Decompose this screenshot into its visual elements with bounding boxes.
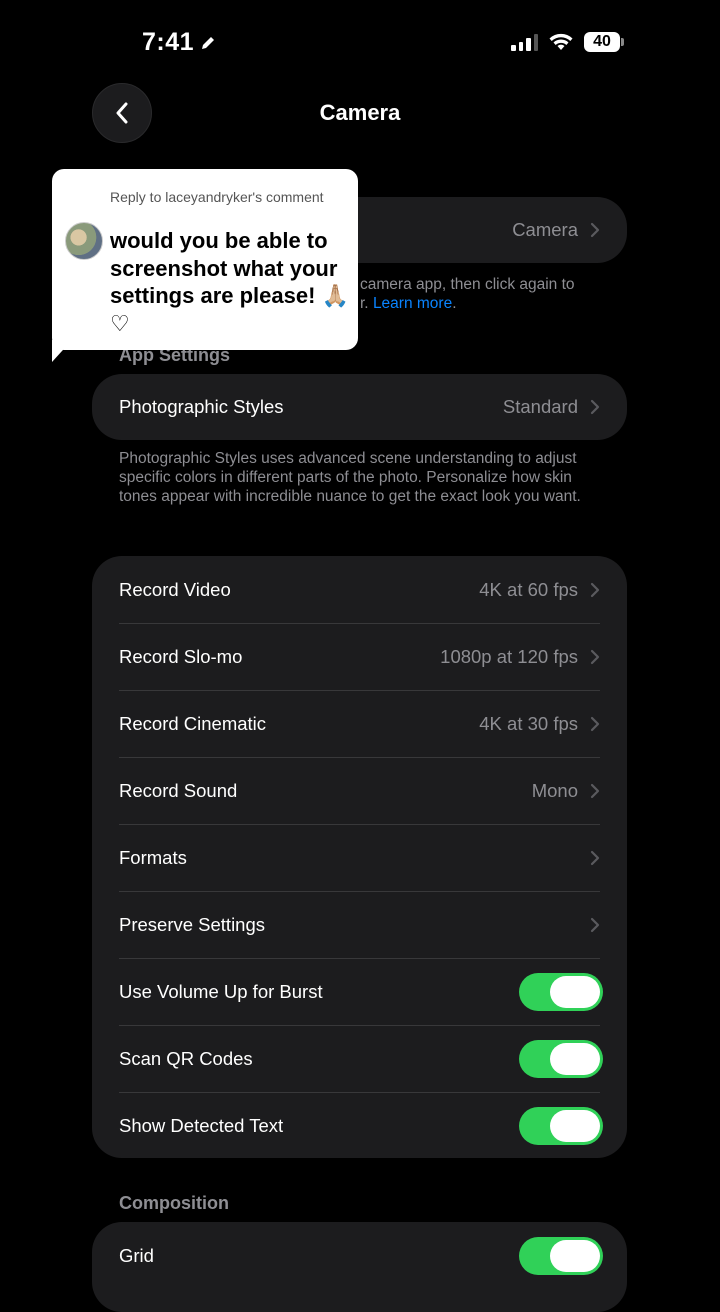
default-app-footer: camera app, then click again to r. Learn… (360, 276, 575, 312)
chevron-right-icon (590, 783, 600, 798)
cellular-signal-icon (511, 33, 538, 51)
formats-row[interactable]: Formats (92, 824, 627, 891)
row-label: Use Volume Up for Burst (119, 980, 323, 1002)
chevron-right-icon (590, 582, 600, 597)
page-title: Camera (319, 100, 401, 125)
chevron-right-icon (590, 917, 600, 932)
chevron-right-icon (590, 399, 600, 415)
row-value: 4K at 30 fps (479, 712, 578, 734)
learn-more-link[interactable]: Learn more (373, 295, 452, 312)
preserve-settings-row[interactable]: Preserve Settings (92, 891, 627, 958)
photographic-styles-footer: Photographic Styles uses advanced scene … (119, 450, 581, 505)
chevron-right-icon (590, 649, 600, 664)
battery-icon: 40 (584, 32, 624, 52)
camera-settings-group: Record Video 4K at 60 fps Record Slo-mo … (92, 556, 627, 1158)
scan-qr-codes-row: Scan QR Codes (92, 1025, 627, 1092)
scan-qr-codes-toggle[interactable] (519, 1039, 603, 1078)
row-label: Record Video (119, 578, 231, 600)
grid-row: Grid (92, 1222, 627, 1289)
row-label: Record Cinematic (119, 712, 267, 734)
show-detected-text-toggle[interactable] (519, 1106, 603, 1145)
photographic-styles-value: Standard (502, 396, 578, 417)
pencil-icon (202, 36, 215, 49)
grid-toggle[interactable] (519, 1236, 603, 1275)
record-slo-mo-row[interactable]: Record Slo-mo 1080p at 120 fps (92, 623, 627, 690)
photographic-styles-label: Photographic Styles (119, 396, 284, 417)
row-value: Mono (531, 779, 578, 801)
row-label: Record Slo-mo (119, 645, 243, 667)
chevron-right-icon (590, 222, 600, 238)
composition-group: Grid (92, 1222, 627, 1312)
photographic-styles-row[interactable]: Photographic Styles Standard (92, 374, 627, 440)
row-label: Scan QR Codes (119, 1047, 253, 1069)
app-settings-group: Photographic Styles Standard (92, 374, 627, 440)
chevron-right-icon (590, 850, 600, 865)
chevron-right-icon (590, 716, 600, 731)
row-label: Show Detected Text (119, 1114, 284, 1136)
row-label: Grid (119, 1244, 154, 1266)
record-video-row[interactable]: Record Video 4K at 60 fps (92, 556, 627, 623)
status-icons: 40 (511, 32, 624, 52)
bubble-tail (52, 340, 72, 362)
reply-comment-bubble: Reply to laceyandryker's comment would y… (52, 169, 358, 350)
default-camera-value: Camera (512, 219, 578, 240)
status-time: 7:41 (142, 28, 216, 57)
comment-message: would you be able to screenshot what you… (110, 228, 349, 336)
avatar (65, 222, 103, 260)
battery-level: 40 (593, 33, 611, 50)
row-value: 4K at 60 fps (479, 578, 578, 600)
reply-to-text: Reply to laceyandryker's comment (110, 189, 324, 205)
row-label: Formats (119, 846, 187, 868)
record-cinematic-row[interactable]: Record Cinematic 4K at 30 fps (92, 690, 627, 757)
show-detected-text-row: Show Detected Text (92, 1092, 627, 1158)
volume-up-burst-toggle[interactable] (519, 972, 603, 1011)
wifi-icon (549, 33, 573, 50)
composition-header: Composition (119, 1193, 229, 1213)
record-sound-row[interactable]: Record Sound Mono (92, 757, 627, 824)
time-text: 7:41 (142, 28, 195, 56)
row-value: 1080p at 120 fps (440, 645, 578, 667)
volume-up-burst-row: Use Volume Up for Burst (92, 958, 627, 1025)
row-label: Record Sound (119, 779, 238, 801)
row-label: Preserve Settings (119, 913, 266, 935)
